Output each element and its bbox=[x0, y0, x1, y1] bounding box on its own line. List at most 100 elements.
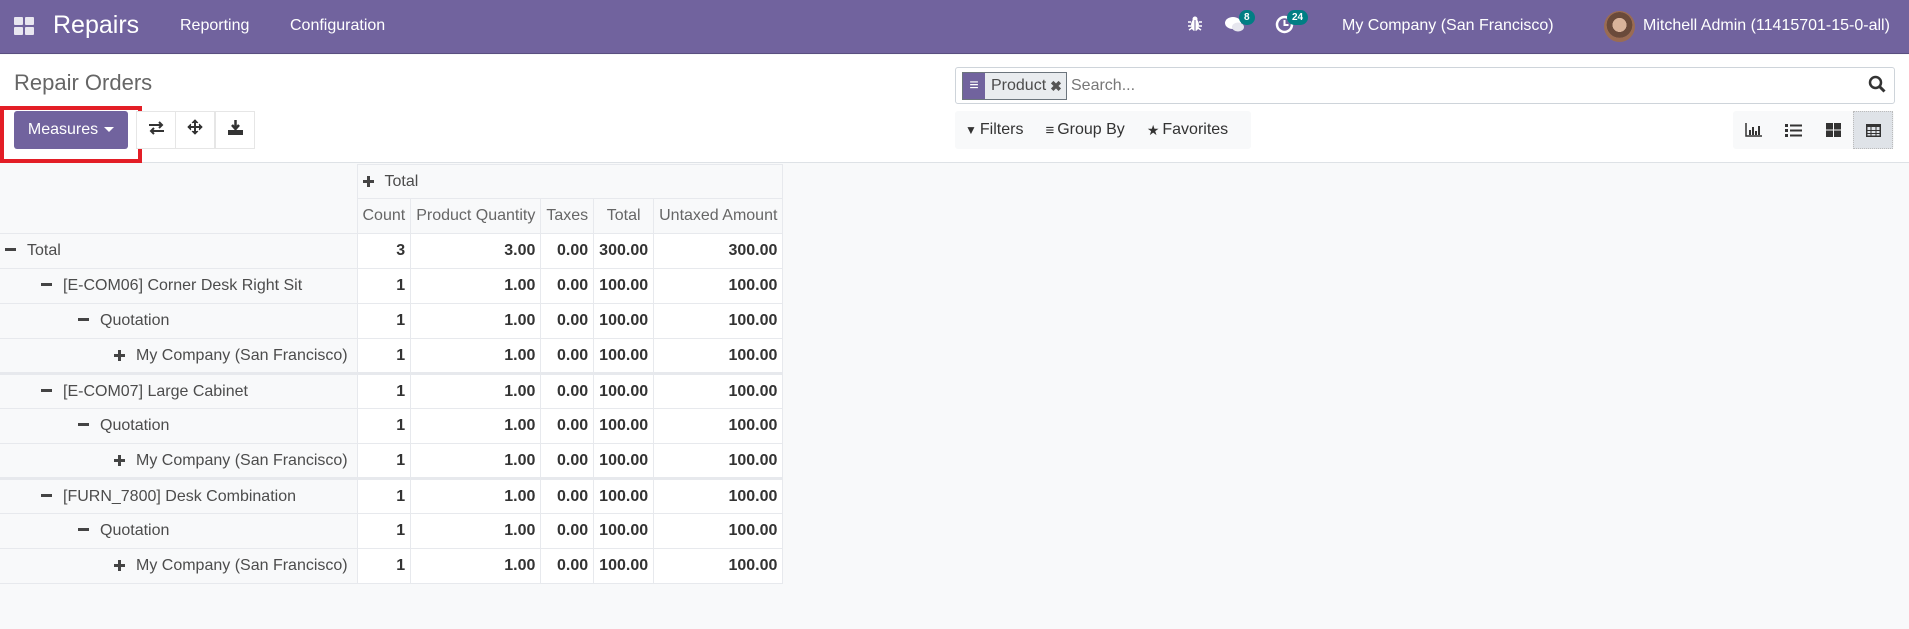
pivot-row-header[interactable]: My Company (San Francisco) bbox=[0, 338, 358, 374]
pivot-cell[interactable]: 0.00 bbox=[540, 443, 595, 479]
pivot-cell[interactable]: 100.00 bbox=[593, 408, 655, 444]
pivot-cell[interactable]: 0.00 bbox=[540, 477, 595, 514]
view-list-button[interactable] bbox=[1773, 111, 1813, 149]
menu-reporting[interactable]: Reporting bbox=[180, 17, 249, 35]
pivot-cell[interactable]: 100.00 bbox=[653, 408, 784, 444]
measure-header[interactable]: Total bbox=[593, 198, 655, 234]
filters-dropdown[interactable]: ▼ Filters bbox=[965, 121, 1023, 139]
pivot-row: [E-COM07] Large Cabinet 1 1.00 0.00 100.00 10… bbox=[0, 372, 784, 409]
pivot-row-header[interactable]: My Company (San Francisco) bbox=[0, 443, 358, 479]
pivot-cell[interactable]: 1.00 bbox=[410, 408, 542, 444]
pivot-cell[interactable]: 3.00 bbox=[410, 233, 542, 269]
download-button[interactable] bbox=[215, 111, 255, 149]
main-navbar: Repairs Reporting Configuration 8 24 My … bbox=[0, 0, 1909, 54]
pivot-cell[interactable]: 0.00 bbox=[540, 303, 595, 339]
pivot-row-header[interactable]: [E-COM07] Large Cabinet bbox=[0, 372, 358, 409]
pivot-row-header[interactable]: My Company (San Francisco) bbox=[0, 548, 358, 584]
company-switcher[interactable]: My Company (San Francisco) bbox=[1342, 17, 1554, 35]
measure-header[interactable]: Product Quantity bbox=[410, 198, 542, 234]
flip-axis-button[interactable] bbox=[136, 111, 176, 149]
pivot-cell[interactable]: 100.00 bbox=[653, 372, 784, 409]
pivot-cell[interactable]: 0.00 bbox=[540, 548, 595, 584]
measure-header[interactable]: Count bbox=[356, 198, 412, 234]
pivot-cell[interactable]: 1 bbox=[356, 338, 412, 374]
pivot-cell[interactable]: 1.00 bbox=[410, 548, 542, 584]
pivot-cell[interactable]: 1.00 bbox=[410, 338, 542, 374]
view-pivot-button[interactable] bbox=[1853, 111, 1893, 149]
pivot-row-header[interactable]: [FURN_7800] Desk Combination bbox=[0, 477, 358, 514]
pivot-row-header[interactable]: [E-COM06] Corner Desk Right Sit bbox=[0, 268, 358, 304]
pivot-row: [E-COM06] Corner Desk Right Sit 1 1.00 0.00… bbox=[0, 268, 784, 304]
pivot-cell[interactable]: 0.00 bbox=[540, 372, 595, 409]
pivot-cell[interactable]: 1 bbox=[356, 477, 412, 514]
pivot-cell[interactable]: 100.00 bbox=[653, 338, 784, 374]
pivot-cell[interactable]: 100.00 bbox=[653, 477, 784, 514]
view-kanban-button[interactable] bbox=[1813, 111, 1853, 149]
table-icon bbox=[1865, 123, 1881, 137]
pivot-cell[interactable]: 1 bbox=[356, 548, 412, 584]
pivot-cell[interactable]: 100.00 bbox=[593, 548, 655, 584]
menu-configuration[interactable]: Configuration bbox=[290, 17, 385, 35]
view-graph-button[interactable] bbox=[1733, 111, 1773, 149]
pivot-cell[interactable]: 1.00 bbox=[410, 477, 542, 514]
remove-facet-icon[interactable]: ✖ bbox=[1050, 73, 1066, 99]
pivot-cell[interactable]: 100.00 bbox=[593, 372, 655, 409]
pivot-cell[interactable]: 0.00 bbox=[540, 338, 595, 374]
pivot-cell[interactable]: 1.00 bbox=[410, 443, 542, 479]
pivot-cell[interactable]: 1.00 bbox=[410, 372, 542, 409]
pivot-cell[interactable]: 300.00 bbox=[653, 233, 784, 269]
pivot-column-header-total[interactable]: Total bbox=[356, 164, 784, 199]
column-header-label: Total bbox=[384, 172, 419, 190]
pivot-cell[interactable]: 0.00 bbox=[540, 268, 595, 304]
pivot-cell[interactable]: 0.00 bbox=[540, 233, 595, 269]
collapse-minus-icon bbox=[78, 318, 89, 321]
pivot-cell[interactable]: 1 bbox=[356, 303, 412, 339]
pivot-cell[interactable]: 100.00 bbox=[593, 477, 655, 514]
pivot-cell[interactable]: 100.00 bbox=[593, 268, 655, 304]
debug-bug-icon[interactable] bbox=[1187, 15, 1203, 38]
pivot-cell[interactable]: 1 bbox=[356, 443, 412, 479]
expand-plus-icon bbox=[114, 454, 125, 466]
pivot-cell[interactable]: 1 bbox=[356, 513, 412, 549]
messages-count-badge: 8 bbox=[1239, 10, 1255, 25]
pivot-row-header[interactable]: Quotation bbox=[0, 408, 358, 444]
pivot-cell[interactable]: 1 bbox=[356, 372, 412, 409]
pivot-corner bbox=[0, 164, 358, 234]
user-menu[interactable]: Mitchell Admin (11415701-15-0-all) bbox=[1643, 17, 1890, 35]
pivot-cell[interactable]: 1 bbox=[356, 268, 412, 304]
measure-header[interactable]: Untaxed Amount bbox=[653, 198, 784, 234]
pivot-cell[interactable]: 100.00 bbox=[593, 338, 655, 374]
pivot-cell[interactable]: 100.00 bbox=[653, 443, 784, 479]
pivot-cell[interactable]: 100.00 bbox=[593, 303, 655, 339]
search-input[interactable] bbox=[1071, 74, 1811, 98]
pivot-cell[interactable]: 100.00 bbox=[593, 443, 655, 479]
pivot-cell[interactable]: 0.00 bbox=[540, 513, 595, 549]
pivot-cell[interactable]: 100.00 bbox=[593, 513, 655, 549]
row-label: [E-COM06] Corner Desk Right Sit bbox=[63, 277, 303, 294]
pivot-cell[interactable]: 3 bbox=[356, 233, 412, 269]
pivot-table: Total Count Product Quantity Taxes Total Unt… bbox=[0, 164, 784, 584]
pivot-row: My Company (San Francisco) 1 1.00 0.00 100.0… bbox=[0, 443, 784, 479]
pivot-cell[interactable]: 1.00 bbox=[410, 513, 542, 549]
pivot-cell[interactable]: 100.00 bbox=[653, 303, 784, 339]
pivot-row-header[interactable]: Quotation bbox=[0, 303, 358, 339]
pivot-cell[interactable]: 100.00 bbox=[653, 268, 784, 304]
pivot-cell[interactable]: 1.00 bbox=[410, 303, 542, 339]
pivot-cell[interactable]: 1 bbox=[356, 408, 412, 444]
pivot-cell[interactable]: 100.00 bbox=[653, 513, 784, 549]
pivot-cell[interactable]: 300.00 bbox=[593, 233, 655, 269]
favorites-dropdown[interactable]: ★ Favorites bbox=[1147, 121, 1228, 139]
pivot-row-header[interactable]: Quotation bbox=[0, 513, 358, 549]
pivot-cell[interactable]: 100.00 bbox=[653, 548, 784, 584]
app-name[interactable]: Repairs bbox=[53, 11, 139, 40]
app-menu-icon[interactable] bbox=[14, 17, 34, 35]
user-avatar[interactable] bbox=[1604, 11, 1635, 42]
pivot-row-header[interactable]: Total bbox=[0, 233, 358, 269]
pivot-cell[interactable]: 1.00 bbox=[410, 268, 542, 304]
search-icon[interactable] bbox=[1868, 75, 1886, 93]
groupby-dropdown[interactable]: ≡ Group By bbox=[1045, 121, 1124, 139]
measure-header[interactable]: Taxes bbox=[540, 198, 595, 234]
expand-all-button[interactable] bbox=[175, 111, 215, 149]
list-icon bbox=[1784, 124, 1802, 137]
pivot-cell[interactable]: 0.00 bbox=[540, 408, 595, 444]
